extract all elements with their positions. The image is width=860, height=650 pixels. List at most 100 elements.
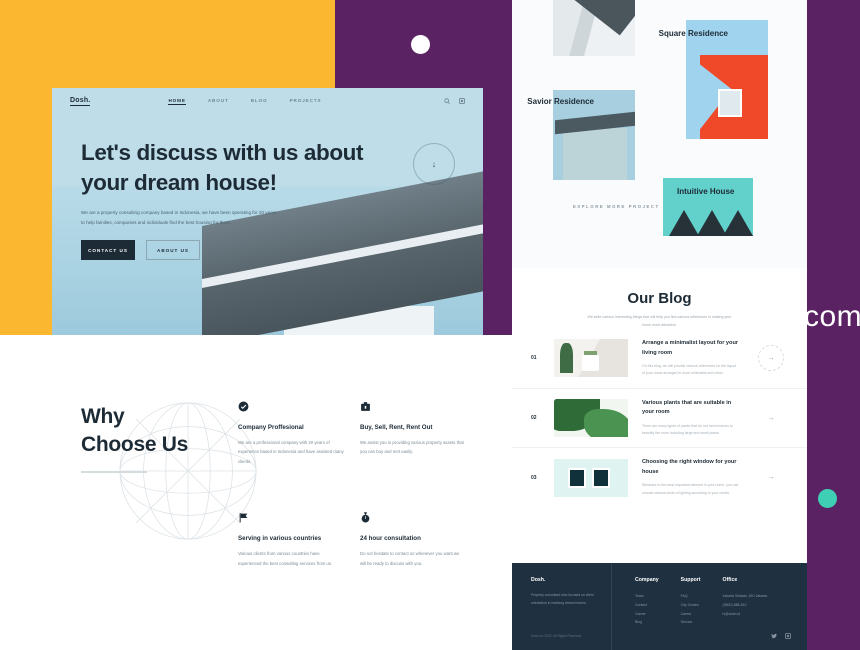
arrow-glyph: → xyxy=(767,474,775,482)
post-title[interactable]: Arrange a minimalist layout for your liv… xyxy=(642,339,740,358)
footer-office-phone[interactable]: (0800) 888-810 xyxy=(723,601,768,610)
post-number: 02 xyxy=(531,415,537,422)
check-badge-icon xyxy=(238,401,344,412)
footer-column-heading: Support xyxy=(680,577,701,583)
footer-link[interactable]: FAQ xyxy=(681,592,701,601)
footer-link[interactable]: Contact xyxy=(635,601,659,610)
decorative-dot-white xyxy=(411,35,430,54)
hero-button-group: CONTACT US ABOUT US xyxy=(81,240,381,261)
footer-link[interactable]: Career xyxy=(681,610,701,619)
blog-section: Our Blog We write various interesting th… xyxy=(512,268,807,563)
post-excerpt: Windows is the most important element in… xyxy=(642,483,739,495)
footer-brand-column: Dosh. Property consultant who focused on… xyxy=(512,563,612,650)
house-photo-blue xyxy=(563,128,627,180)
feature-card: 24 hour consultation Do not hesitate to … xyxy=(360,512,466,568)
house-photo-teal xyxy=(663,201,753,236)
feature-title: 24 hour consultation xyxy=(360,535,421,543)
footer-link[interactable]: Career xyxy=(635,610,659,619)
why-choose-us-section: Why Choose Us Company Proffesional We ar… xyxy=(52,335,483,640)
post-excerpt: There are many types of plants that do n… xyxy=(642,423,733,436)
footer-column-heading: Office xyxy=(722,577,738,583)
footer-link[interactable]: Team xyxy=(635,592,659,601)
feature-title: Company Proffesional xyxy=(238,424,304,431)
footer-link[interactable]: Service xyxy=(681,618,701,627)
feature-title: Buy, Sell, Rent, Rent Out xyxy=(360,424,433,431)
why-title: Why Choose Us xyxy=(81,405,188,456)
footer-column-support: Support FAQ City Guides Career Service xyxy=(681,577,701,650)
floating-com-text: com xyxy=(804,300,860,333)
post-number: 03 xyxy=(531,474,537,481)
instagram-icon[interactable] xyxy=(785,633,791,639)
feature-grid: Company Proffesional We are a profession… xyxy=(238,401,466,568)
footer-copyright: Dosh Inc 2020. All Rights Reserved xyxy=(531,634,582,638)
nav-item-blog[interactable]: BLOG xyxy=(251,98,268,105)
instagram-icon[interactable] xyxy=(459,98,465,104)
feature-title: Serving in various countries xyxy=(238,535,322,543)
nav-item-projects[interactable]: PROJECTS xyxy=(290,98,322,105)
feature-card: Buy, Sell, Rent, Rent Out We assist you … xyxy=(360,401,466,466)
footer-link[interactable]: Blog xyxy=(635,618,659,627)
project-thumb-top[interactable] xyxy=(553,0,635,56)
explore-more-link[interactable]: EXPLORE MORE PROJECT xyxy=(573,204,660,209)
feature-text: We are a professional company with 20 ye… xyxy=(238,440,344,464)
post-body: Various plants that are suitable in your… xyxy=(642,399,740,438)
arrow-ring-decoration xyxy=(758,345,784,372)
feature-card: Serving in various countries Various cli… xyxy=(238,512,344,568)
contact-us-button[interactable]: CONTACT US xyxy=(81,240,135,261)
post-title[interactable]: Various plants that are suitable in your… xyxy=(642,399,740,418)
blog-post-item[interactable]: 03 Choosing the right window for your ho… xyxy=(512,448,807,507)
flag-icon xyxy=(238,512,344,523)
projects-section: Square Residence Savior Residence Intuit… xyxy=(512,0,807,268)
hero-paragraph: We are a property consulting company bas… xyxy=(81,210,277,226)
footer-column-heading: Company xyxy=(635,577,659,583)
search-icon[interactable] xyxy=(444,98,450,104)
blog-subtitle: We write various interesting things that… xyxy=(587,315,732,327)
project-label-intuitive-house[interactable]: Intuitive House xyxy=(677,186,753,198)
nav-icon-group xyxy=(444,98,465,104)
nav-links: HOME ABOUT BLOG PROJECTS xyxy=(168,98,321,105)
project-label-savior-residence[interactable]: Savior Residence xyxy=(518,96,594,108)
post-thumbnail xyxy=(554,339,628,378)
site-navbar: Dosh. HOME ABOUT BLOG PROJECTS xyxy=(52,88,483,114)
about-us-button[interactable]: ABOUT US xyxy=(146,240,200,261)
twitter-icon[interactable] xyxy=(771,633,777,639)
footer-logo[interactable]: Dosh. xyxy=(531,577,611,583)
feature-text: Various clients from various countries h… xyxy=(238,551,333,566)
house-photo-grey xyxy=(553,0,635,56)
footer-social-group xyxy=(771,633,791,639)
hero-title: Let's discuss with us about your dream h… xyxy=(81,140,364,195)
feature-text: Do not hesitate to contact us whenever y… xyxy=(360,551,460,566)
post-arrow-icon[interactable]: → xyxy=(754,345,788,372)
site-logo[interactable]: Dosh. xyxy=(70,97,91,106)
hero-section: Dosh. HOME ABOUT BLOG PROJECTS Let's dis… xyxy=(52,88,483,336)
footer-link[interactable]: City Guides xyxy=(681,601,701,610)
post-title[interactable]: Choosing the right window for your house xyxy=(642,458,740,477)
post-number: 01 xyxy=(531,355,537,362)
blog-heading: Our Blog xyxy=(627,290,692,307)
footer-description: Property consultant who focused on clien… xyxy=(531,593,594,605)
post-excerpt: On this blog, we will provide various re… xyxy=(642,364,737,376)
feature-text: We assist you in providing various prope… xyxy=(360,440,464,455)
feature-card: Company Proffesional We are a profession… xyxy=(238,401,344,466)
site-footer: Dosh. Property consultant who focused on… xyxy=(512,563,807,650)
arrow-glyph: → xyxy=(767,414,775,422)
stopwatch-icon xyxy=(360,512,466,523)
briefcase-icon xyxy=(360,401,466,412)
nav-item-about[interactable]: ABOUT xyxy=(208,98,229,105)
scroll-down-icon[interactable]: ↓ xyxy=(413,143,455,185)
post-body: Choosing the right window for your house… xyxy=(642,458,740,497)
blog-post-item[interactable]: 02 Various plants that are suitable in y… xyxy=(512,389,807,449)
hero-content: Let's discuss with us about your dream h… xyxy=(81,138,381,261)
nav-item-home[interactable]: HOME xyxy=(168,98,186,105)
footer-column-company: Company Team Contact Career Blog xyxy=(635,577,659,650)
post-arrow-icon[interactable]: → xyxy=(754,415,788,422)
post-thumbnail xyxy=(554,399,628,438)
post-arrow-icon[interactable]: → xyxy=(754,474,788,481)
blog-post-item[interactable]: 01 Arrange a minimalist layout for your … xyxy=(512,329,807,389)
post-thumbnail xyxy=(554,458,628,497)
project-label-square-residence[interactable]: Square Residence xyxy=(652,28,728,40)
footer-links-area: Company Team Contact Career Blog Support… xyxy=(612,563,807,650)
footer-column-office: Office Jakarta Selatan, DKI Jakarta (080… xyxy=(723,577,768,650)
footer-office-email[interactable]: hi@dosh.id xyxy=(723,610,768,619)
post-body: Arrange a minimalist layout for your liv… xyxy=(642,339,740,378)
